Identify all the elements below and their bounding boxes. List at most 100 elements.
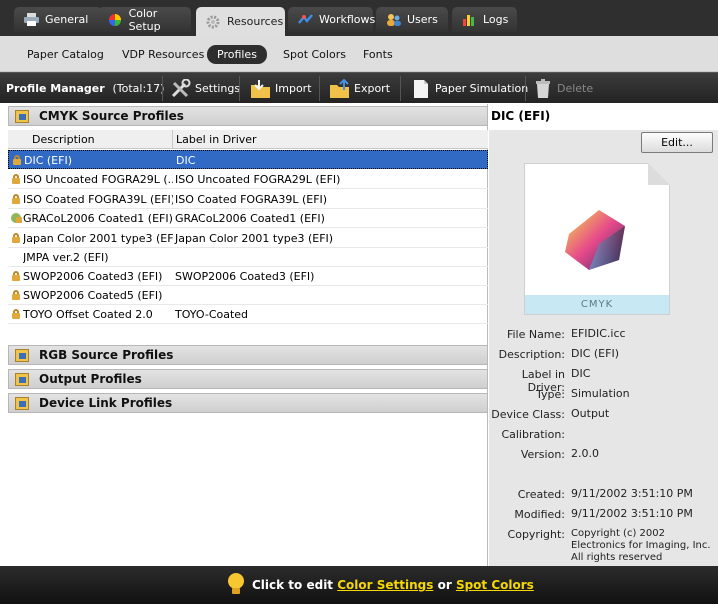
table-row[interactable]: TOYO Offset Coated 2.0 TOYO-Coated — [8, 305, 488, 324]
table-row[interactable]: DIC (EFI) DIC — [8, 150, 488, 169]
tab-color-setup[interactable]: Color Setup — [98, 7, 191, 33]
color-wheel-icon — [108, 13, 123, 26]
row-description: SWOP2006 Coated5 (EFI) — [23, 289, 163, 302]
lock-icon — [13, 155, 21, 165]
tab-workflows[interactable]: Workflows — [288, 7, 376, 32]
color-settings-link[interactable]: Color Settings — [337, 578, 433, 592]
toolbar-divider — [239, 76, 240, 101]
row-label: Japan Color 2001 type3 (EFI) — [175, 232, 334, 245]
spot-colors-link[interactable]: Spot Colors — [456, 578, 534, 592]
meta-key: Type: — [536, 388, 565, 401]
workflow-icon — [298, 13, 313, 26]
subnav-paper-catalog[interactable]: Paper Catalog — [27, 46, 104, 63]
tab-label: General — [45, 13, 89, 26]
row-label: ISO Uncoated FOGRA29L (EFI) — [175, 173, 341, 186]
footer-middle: or — [437, 578, 452, 592]
delete-button[interactable]: Delete — [532, 76, 593, 101]
export-button[interactable]: Export — [329, 76, 390, 101]
meta-key: File Name: — [506, 328, 565, 341]
meta-value: 2.0.0 — [571, 447, 599, 460]
page-icon — [410, 79, 432, 99]
meta-value: Output — [571, 407, 610, 420]
column-label-in-driver[interactable]: Label in Driver — [176, 133, 257, 146]
lock-icon — [12, 174, 20, 184]
tab-general[interactable]: General — [14, 7, 102, 32]
import-folder-icon — [250, 79, 272, 99]
meta-value: 9/11/2002 3:51:10 PM — [571, 507, 693, 520]
table-row[interactable]: JMPA ver.2 (EFI) — [8, 248, 488, 267]
subnav-spot-colors[interactable]: Spot Colors — [283, 46, 346, 63]
lock-icon — [12, 233, 20, 243]
tab-users[interactable]: Users — [376, 7, 448, 32]
row-description: SWOP2006 Coated3 (EFI) — [23, 270, 163, 283]
row-label: TOYO-Coated — [175, 308, 249, 321]
toolbar-divider — [525, 76, 526, 101]
table-row[interactable]: SWOP2006 Coated3 (EFI) SWOP2006 Coated3 … — [8, 267, 488, 286]
toolbar-divider — [400, 76, 401, 101]
profile-folder-icon — [15, 109, 29, 123]
meta-value: Copyright (c) 2002 Electronics for Imagi… — [571, 528, 711, 563]
row-description: ISO Uncoated FOGRA29L (... — [23, 173, 173, 186]
row-description: TOYO Offset Coated 2.0 — [23, 308, 153, 321]
meta-key: Calibration: — [501, 428, 565, 441]
color-gamut-icon — [565, 210, 625, 270]
toolbar-title: Profile Manager (Total:17) — [6, 82, 164, 95]
toolbar-divider — [319, 76, 320, 101]
import-label: Import — [275, 82, 312, 95]
table-row[interactable]: ISO Coated FOGRA39L (EFI) ISO Coated FOG… — [8, 190, 488, 209]
tab-resources[interactable]: Resources — [196, 7, 285, 36]
help-footer: Click to edit Color Settings or Spot Col… — [0, 566, 718, 604]
subnav-vdp-resources[interactable]: VDP Resources — [122, 46, 204, 63]
settings-button[interactable]: Settings — [170, 76, 240, 101]
thumbnail-label: CMYK — [525, 295, 669, 314]
profile-thumbnail: CMYK — [524, 163, 670, 315]
column-description[interactable]: Description — [32, 133, 95, 146]
footer-text: Click to edit Color Settings or Spot Col… — [252, 578, 534, 592]
table-row[interactable]: GRACoL2006 Coated1 (EFI) GRACoL2006 Coat… — [8, 209, 488, 228]
table-row[interactable]: SWOP2006 Coated5 (EFI) — [8, 286, 488, 305]
meta-key: Version: — [520, 448, 565, 461]
footer-prefix: Click to edit — [252, 578, 334, 592]
row-description: DIC (EFI) — [24, 154, 72, 167]
tools-icon — [170, 78, 192, 99]
row-label: SWOP2006 Coated3 (EFI) — [175, 270, 315, 283]
subnav-fonts[interactable]: Fonts — [363, 46, 393, 63]
meta-value: Simulation — [571, 387, 630, 400]
tab-label: Workflows — [319, 13, 376, 26]
table-row[interactable]: Japan Color 2001 type3 (EFI) Japan Color… — [8, 229, 488, 248]
tab-label: Logs — [483, 13, 509, 26]
tab-label: Resources — [227, 15, 284, 28]
edit-button[interactable]: Edit... — [641, 132, 713, 153]
meta-value: EFIDIC.icc — [571, 327, 626, 340]
meta-value: DIC — [571, 367, 591, 380]
row-description: Japan Color 2001 type3 (EFI) — [23, 232, 173, 245]
resources-subnav: Paper Catalog VDP Resources Profiles Spo… — [0, 36, 718, 72]
profile-detail-pane: DIC (EFI) Edit... CMYK File Name: EFIDIC… — [489, 104, 718, 566]
paper-simulation-label: Paper Simulation — [435, 82, 529, 95]
profile-table-header: Description Label in Driver — [8, 130, 488, 149]
paper-simulation-button[interactable]: Paper Simulation — [410, 76, 528, 101]
section-device-link-profiles[interactable]: Device Link Profiles — [8, 393, 488, 413]
profile-folder-icon — [15, 372, 29, 386]
delete-label: Delete — [557, 82, 594, 95]
section-cmyk-source-profiles[interactable]: CMYK Source Profiles — [8, 106, 488, 126]
profile-manager-toolbar: Profile Manager (Total:17) Settings Impo… — [0, 72, 718, 103]
meta-value: 9/11/2002 3:51:10 PM — [571, 487, 693, 500]
toolbar-divider — [162, 76, 163, 101]
section-output-profiles[interactable]: Output Profiles — [8, 369, 488, 389]
meta-key: Description: — [498, 348, 565, 361]
meta-value: DIC (EFI) — [571, 347, 619, 360]
section-title: Output Profiles — [39, 372, 142, 386]
row-label: ISO Coated FOGRA39L (EFI) — [175, 193, 328, 206]
main-tab-bar: General Color Setup Resources Workflows … — [0, 0, 718, 36]
lock-icon — [12, 271, 20, 281]
import-button[interactable]: Import — [250, 76, 312, 101]
row-description: JMPA ver.2 (EFI) — [23, 251, 109, 264]
subnav-profiles[interactable]: Profiles — [207, 45, 267, 64]
table-row[interactable]: ISO Uncoated FOGRA29L (... ISO Uncoated … — [8, 170, 488, 189]
lock-icon — [12, 309, 20, 319]
meta-key: Created: — [517, 488, 565, 501]
profile-manager-title: Profile Manager — [6, 82, 105, 95]
tab-logs[interactable]: Logs — [452, 7, 517, 32]
section-rgb-source-profiles[interactable]: RGB Source Profiles — [8, 345, 488, 365]
